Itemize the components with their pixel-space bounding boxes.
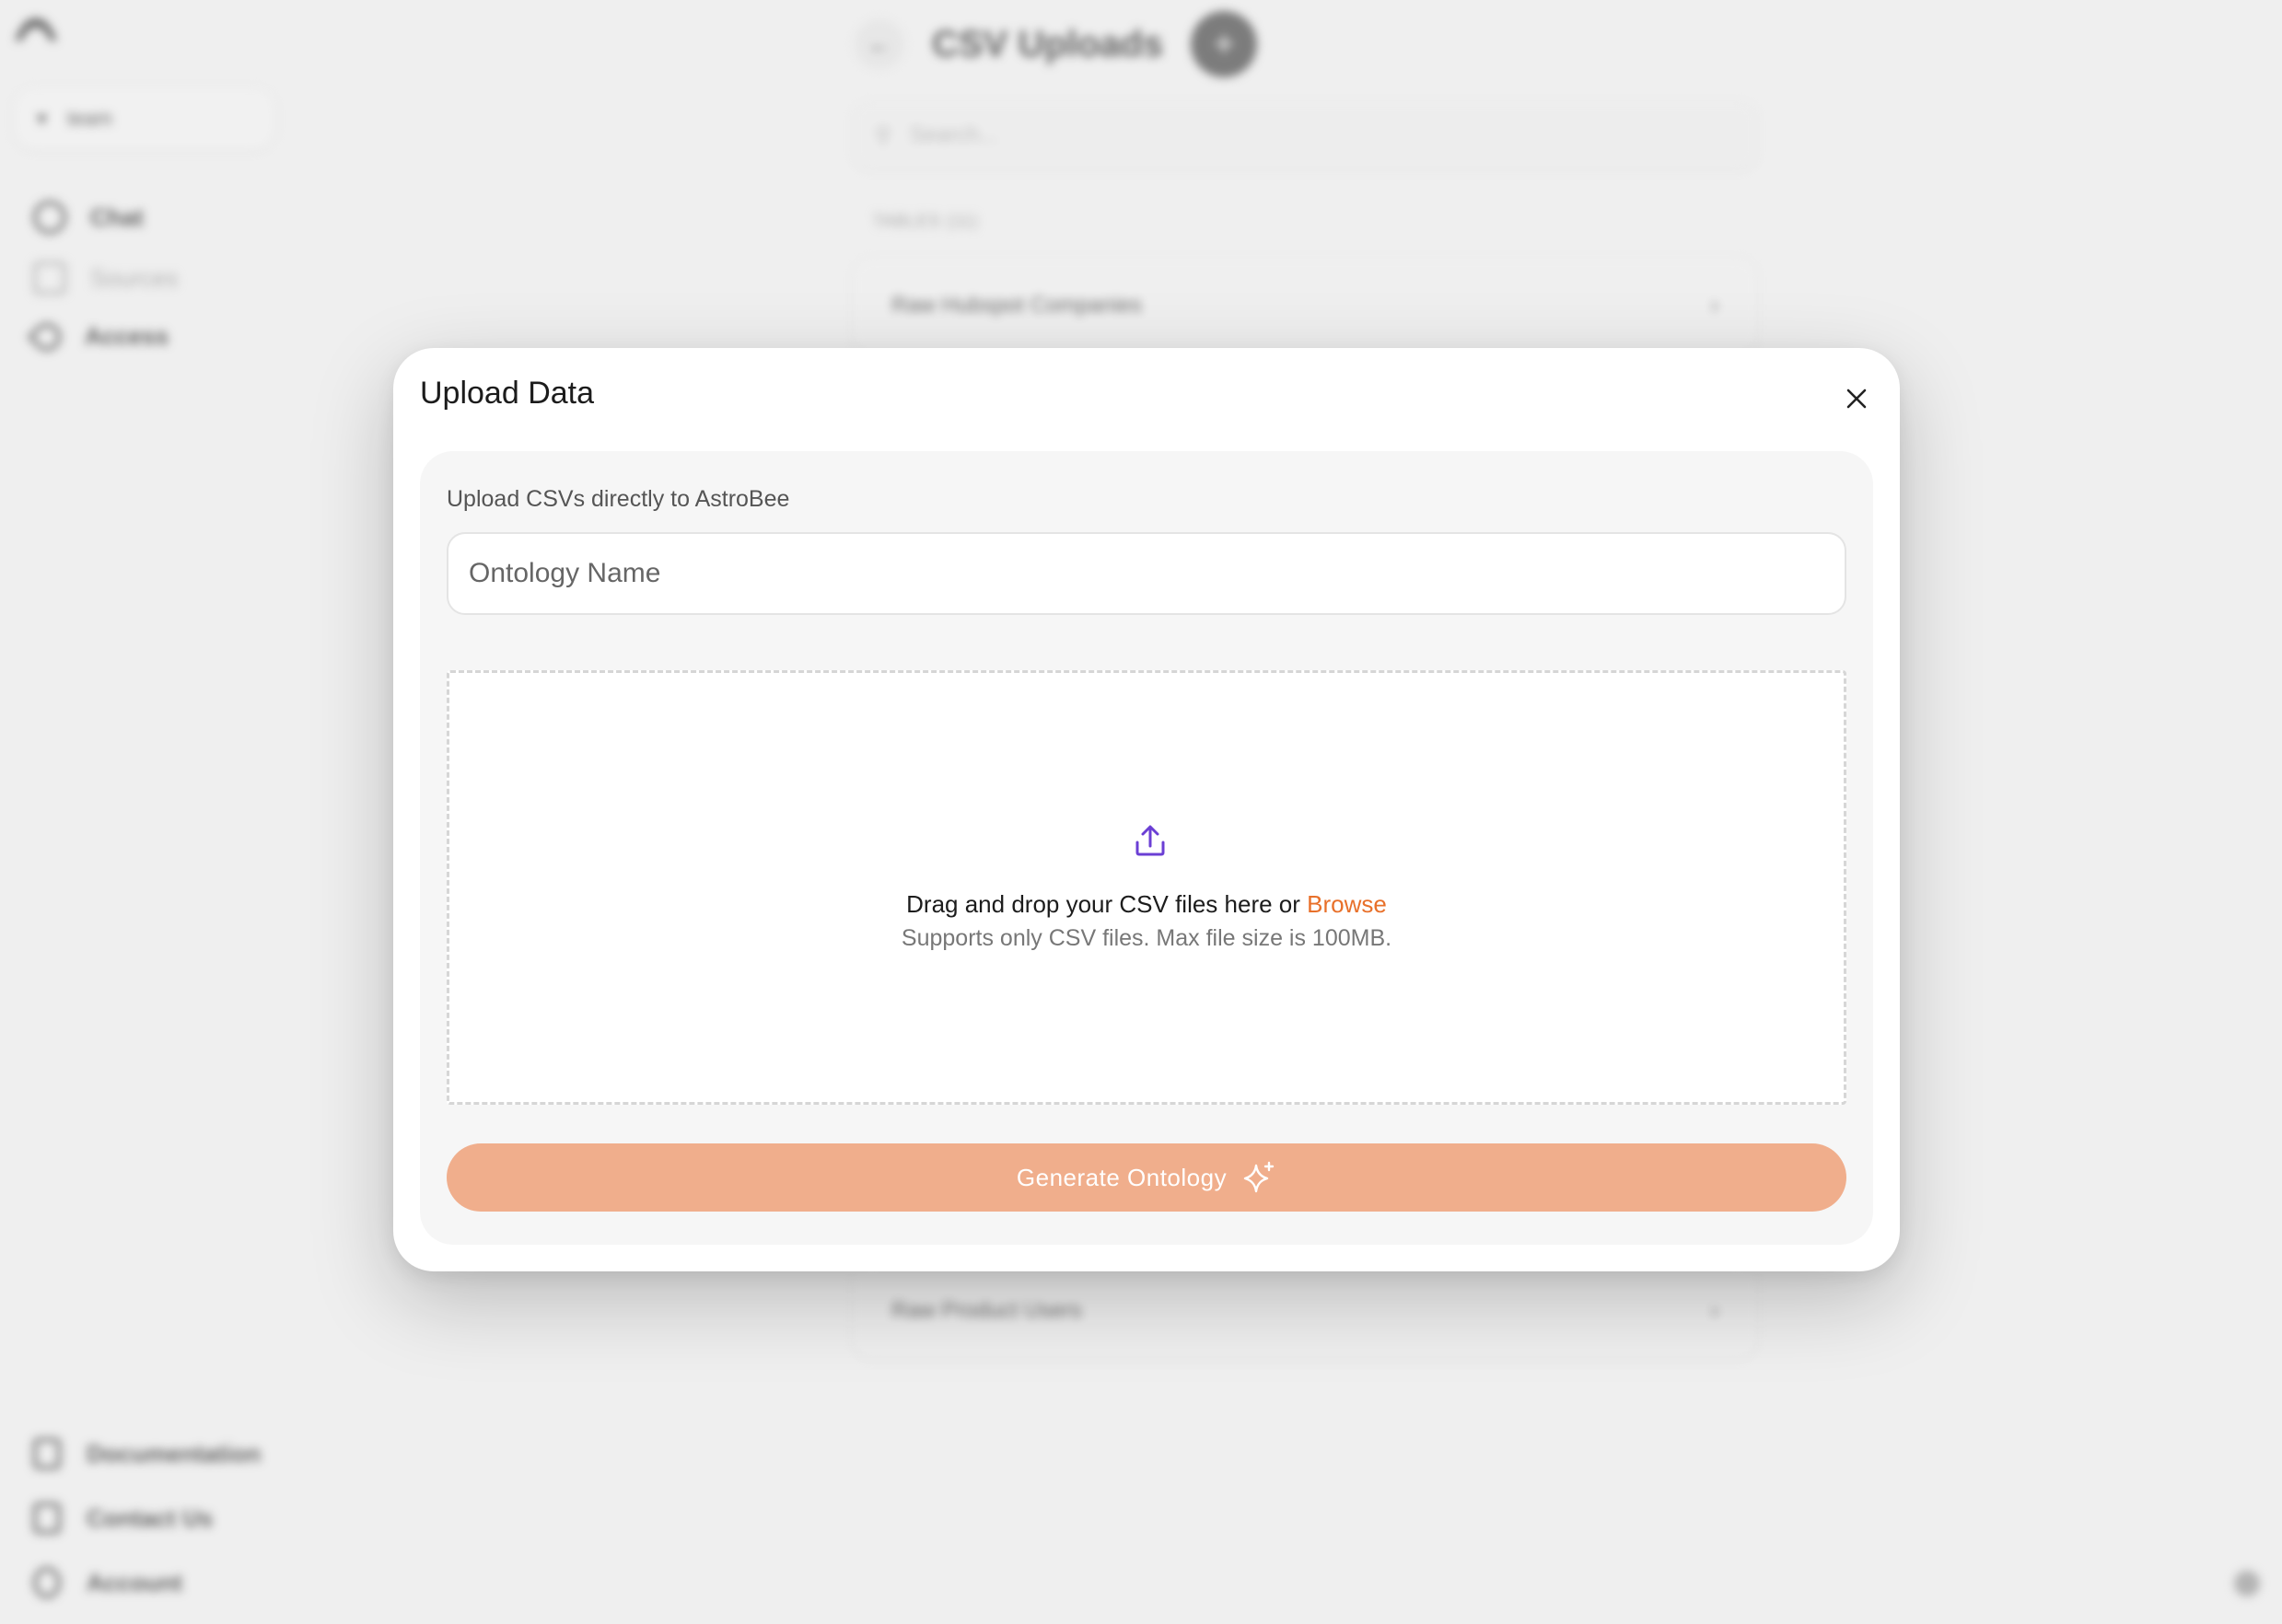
ontology-name-input[interactable] [447, 532, 1846, 615]
generate-ontology-label: Generate Ontology [1016, 1163, 1228, 1191]
csv-dropzone[interactable]: Drag and drop your CSV files here or Bro… [447, 670, 1846, 1105]
browse-link[interactable]: Browse [1307, 890, 1387, 918]
modal-title: Upload Data [420, 376, 595, 411]
sparkle-icon [1243, 1161, 1275, 1193]
close-icon [1846, 389, 1867, 409]
upload-description: Upload CSVs directly to AstroBee [447, 486, 790, 512]
close-button[interactable] [1841, 383, 1872, 414]
upload-data-modal: Upload Data Upload CSVs directly to Astr… [393, 348, 1900, 1271]
generate-ontology-button[interactable]: Generate Ontology [447, 1143, 1846, 1212]
upload-icon [1135, 825, 1165, 856]
dropzone-subtext: Supports only CSV files. Max file size i… [901, 925, 1392, 951]
upload-form: Upload CSVs directly to AstroBee Drag an… [420, 451, 1873, 1245]
dropzone-instructions: Drag and drop your CSV files here or Bro… [906, 890, 1387, 918]
